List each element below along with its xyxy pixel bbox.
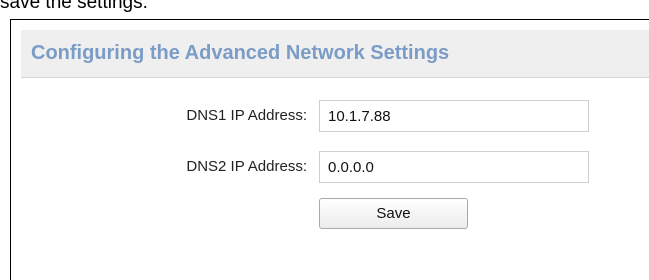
- save-button[interactable]: Save: [319, 198, 468, 229]
- panel-header: Configuring the Advanced Network Setting…: [21, 30, 649, 78]
- advanced-network-settings-panel: Configuring the Advanced Network Setting…: [10, 19, 649, 280]
- screenshot-page: save the settings. Configuring the Advan…: [0, 0, 649, 280]
- dns2-row: DNS2 IP Address:: [11, 151, 640, 183]
- dns1-ip-input[interactable]: [319, 100, 589, 132]
- document-text-line: save the settings.: [0, 0, 148, 13]
- panel-title: Configuring the Advanced Network Setting…: [31, 42, 450, 64]
- dns1-row: DNS1 IP Address:: [11, 100, 640, 132]
- dns2-label: DNS2 IP Address:: [186, 158, 307, 175]
- dns1-label: DNS1 IP Address:: [186, 107, 307, 124]
- dns2-ip-input[interactable]: [319, 151, 589, 183]
